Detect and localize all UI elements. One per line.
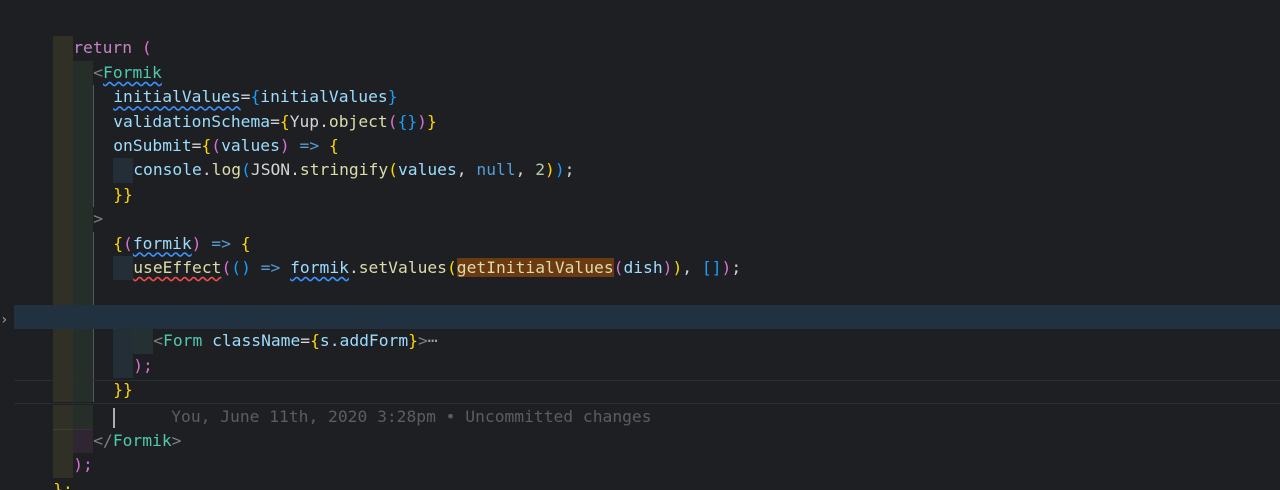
brace: }; xyxy=(53,479,73,490)
paren: ( xyxy=(388,160,398,180)
comma: , xyxy=(456,160,477,180)
code-line-9[interactable]: {(formik) => { xyxy=(14,207,251,256)
dot: . xyxy=(201,160,212,180)
function-name: log xyxy=(211,160,242,180)
brace: } xyxy=(408,331,418,351)
paren: ); xyxy=(73,455,93,475)
code-editor[interactable]: › return ( <Formik initialValues={initia… xyxy=(0,0,1280,490)
semicolon: ; xyxy=(731,258,742,277)
code-line-4[interactable]: validationSchema={Yup.object({})} xyxy=(14,85,437,134)
function-name-highlighted: getInitialValues xyxy=(456,258,614,277)
code-line-2[interactable]: <Formik xyxy=(14,36,162,86)
git-blame-annotation: You, June 11th, 2020 3:28pm • Uncommitte… xyxy=(171,407,652,427)
semicolon: ; xyxy=(564,160,575,180)
array-literal: [] xyxy=(701,258,722,277)
code-line-14[interactable]: ); xyxy=(14,329,153,378)
identifier: console xyxy=(133,160,202,180)
tag-bracket: < xyxy=(153,331,164,351)
code-line-1[interactable]: return ( xyxy=(14,12,152,61)
paren: ( xyxy=(446,258,457,277)
tag-bracket: > xyxy=(171,430,182,450)
paren: ) xyxy=(721,258,732,277)
code-line-7[interactable]: }} xyxy=(14,158,133,208)
paren: ) xyxy=(662,258,673,277)
paren: ); xyxy=(133,355,153,375)
editor-gutter: › xyxy=(0,0,14,490)
brace: { xyxy=(310,331,320,351)
code-line-11[interactable] xyxy=(14,256,113,305)
code-line-16-cursor[interactable]: You, June 11th, 2020 3:28pm • Uncommitte… xyxy=(14,380,1280,430)
parameter: dish xyxy=(623,258,663,277)
brace: {} xyxy=(397,111,418,131)
brace: } xyxy=(426,111,437,131)
jsx-attribute: className xyxy=(212,331,301,351)
code-line-10[interactable]: useEffect(() => formik.setValues(getInit… xyxy=(14,232,741,281)
brace: }} xyxy=(113,184,133,204)
paren: ( xyxy=(613,258,624,277)
paren: ) xyxy=(554,160,565,180)
code-line-15[interactable]: }} xyxy=(14,354,133,403)
null-literal: null xyxy=(476,160,516,180)
code-line-12[interactable]: return ( xyxy=(14,280,212,330)
dot: . xyxy=(348,258,359,277)
code-line-19[interactable]: }; xyxy=(14,453,73,490)
arrow-operator: => xyxy=(250,258,281,277)
code-line-5[interactable]: onSubmit={(values) => { xyxy=(14,110,339,159)
folded-region-ellipsis-icon[interactable]: ⋯ xyxy=(428,331,438,350)
indent-guide xyxy=(113,256,134,281)
paren: ( xyxy=(387,111,398,131)
parameter: values xyxy=(397,160,457,180)
comma: , xyxy=(682,258,702,277)
number-literal: 2 xyxy=(535,160,546,180)
tag-bracket: > xyxy=(417,331,428,351)
jsx-tag-form: Form xyxy=(163,331,203,351)
paren: ( xyxy=(221,258,232,277)
expression: s.addForm xyxy=(319,331,409,351)
code-line-18[interactable]: ); xyxy=(14,429,93,478)
tag-bracket: </ xyxy=(93,430,113,450)
paren: ) xyxy=(417,111,427,131)
dot: . xyxy=(290,160,300,180)
code-line-6[interactable]: console.log(JSON.stringify(values, null,… xyxy=(14,134,574,183)
operator: = xyxy=(300,331,311,351)
function-name: useEffect xyxy=(133,258,222,277)
identifier: formik xyxy=(290,258,349,277)
code-line-13-active[interactable]: <Form className={s.addForm}>⋯ xyxy=(14,304,1280,354)
paren: ) xyxy=(545,160,555,180)
identifier: JSON xyxy=(250,160,291,180)
paren: () xyxy=(231,258,251,277)
comma: , xyxy=(515,160,536,180)
code-line-17[interactable]: </Formik> xyxy=(14,404,181,454)
fold-chevron-icon[interactable]: › xyxy=(0,311,8,329)
code-line-8[interactable]: > xyxy=(14,183,103,232)
paren: ( xyxy=(241,160,251,180)
paren: ) xyxy=(672,258,683,277)
function-name: stringify xyxy=(299,160,389,180)
function-name: setValues xyxy=(358,258,447,277)
jsx-tag-formik-close: Formik xyxy=(112,430,172,450)
code-line-3[interactable]: initialValues={initialValues} xyxy=(14,61,398,110)
